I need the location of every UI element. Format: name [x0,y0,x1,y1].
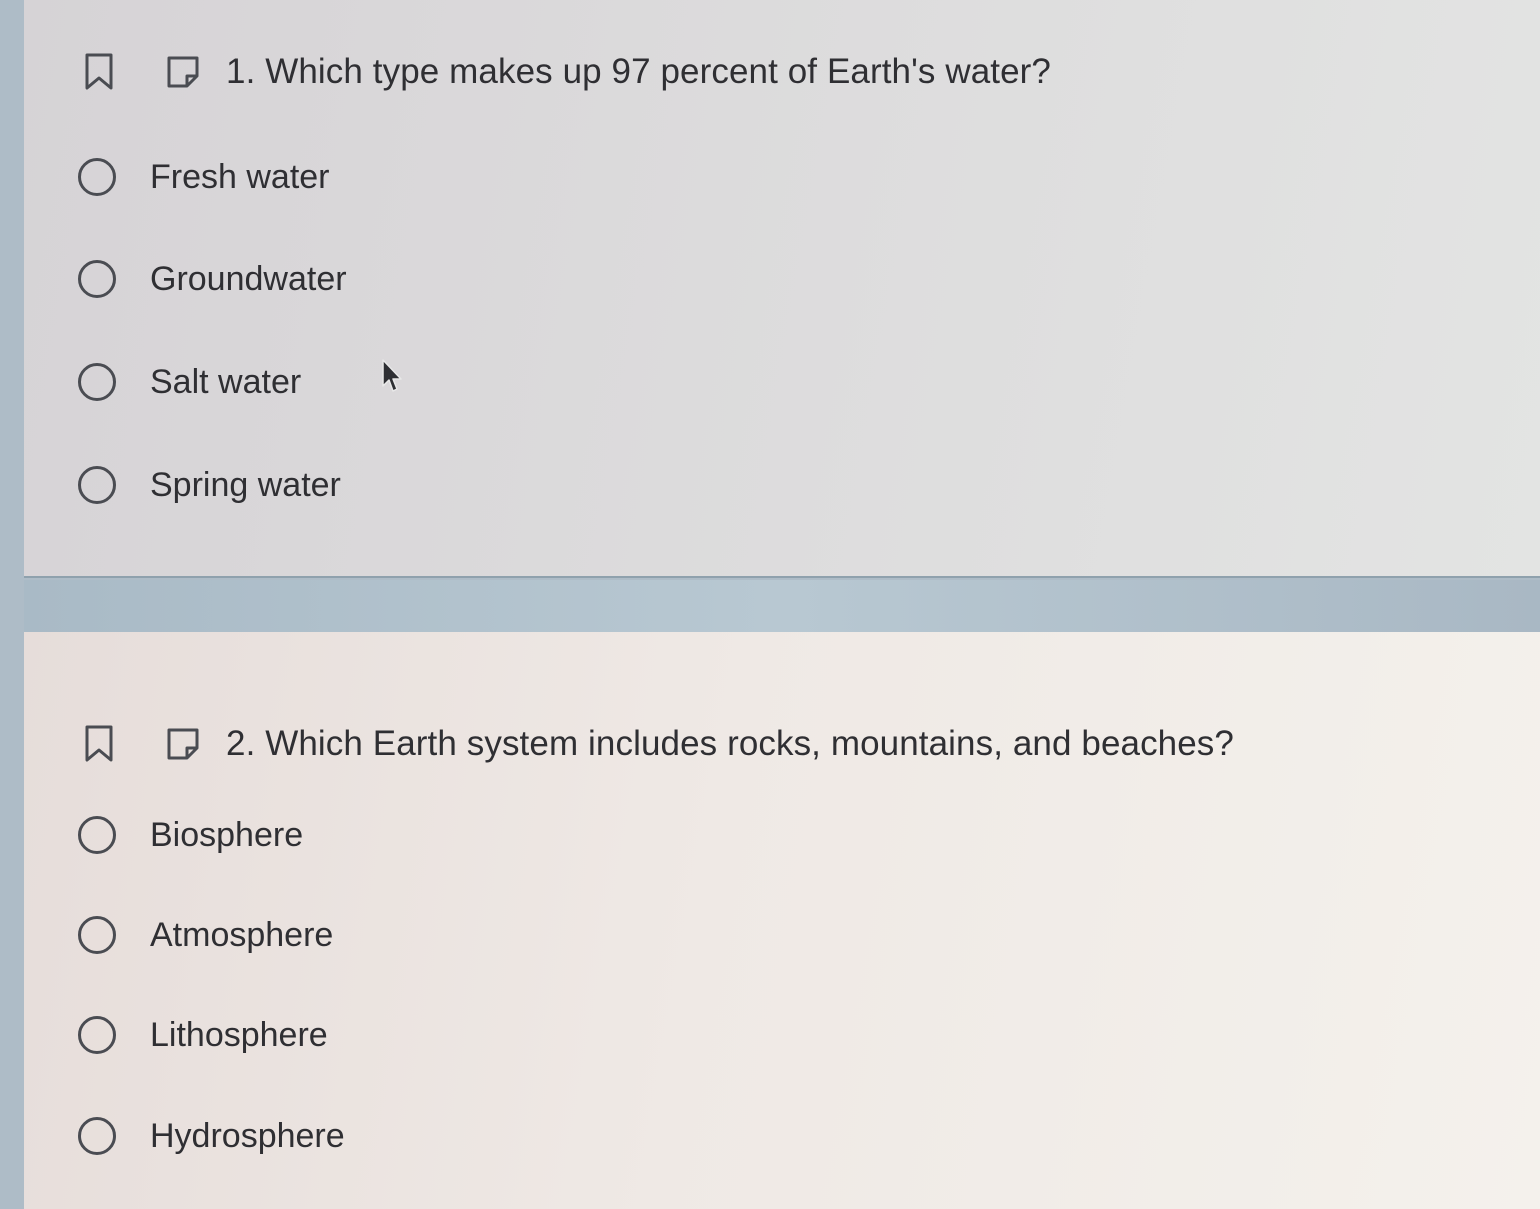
bookmark-icon[interactable] [84,725,114,763]
option-label: Biosphere [150,815,304,854]
question-header-1: 1. Which type makes up 97 percent of Ear… [84,52,1051,92]
option-label: Atmosphere [150,915,334,954]
question-text-1: 1. Which type makes up 97 percent of Ear… [226,52,1051,91]
question-text-2: 2. Which Earth system includes rocks, mo… [226,724,1234,763]
option-label: Hydrosphere [150,1116,345,1155]
option-salt-water[interactable]: Salt water [78,357,301,407]
note-icon[interactable] [166,55,200,89]
option-fresh-water[interactable]: Fresh water [78,152,330,202]
option-spring-water[interactable]: Spring water [78,460,341,510]
radio-button[interactable] [78,158,116,196]
bookmark-icon[interactable] [84,53,114,91]
mouse-pointer-icon [380,358,404,394]
radio-button[interactable] [78,816,116,854]
radio-button[interactable] [78,363,116,401]
radio-button[interactable] [78,260,116,298]
section-divider [24,580,1540,632]
option-label: Lithosphere [150,1015,328,1054]
radio-button[interactable] [78,916,116,954]
radio-button[interactable] [78,466,116,504]
option-label: Spring water [150,465,341,504]
option-label: Fresh water [150,157,330,196]
question-card-1: 1. Which type makes up 97 percent of Ear… [24,0,1540,578]
radio-button[interactable] [78,1117,116,1155]
option-atmosphere[interactable]: Atmosphere [78,910,333,960]
option-lithosphere[interactable]: Lithosphere [78,1010,328,1060]
radio-button[interactable] [78,1016,116,1054]
option-groundwater[interactable]: Groundwater [78,254,347,304]
question-card-2: 2. Which Earth system includes rocks, mo… [24,632,1540,1209]
note-icon[interactable] [166,727,200,761]
question-header-2: 2. Which Earth system includes rocks, mo… [84,724,1234,764]
option-biosphere[interactable]: Biosphere [78,810,303,860]
option-label: Groundwater [150,259,347,298]
option-hydrosphere[interactable]: Hydrosphere [78,1111,345,1161]
option-label: Salt water [150,362,302,401]
